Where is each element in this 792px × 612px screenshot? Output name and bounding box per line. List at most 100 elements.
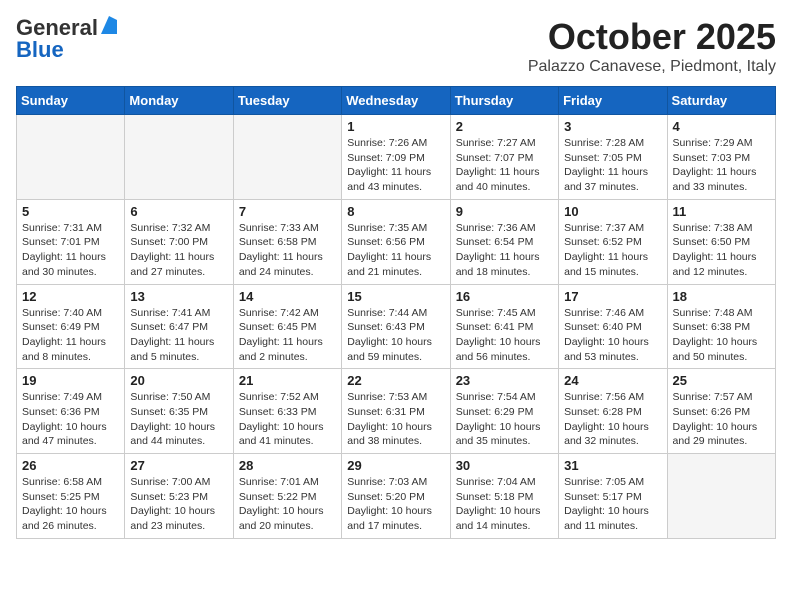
day-number: 10 <box>564 204 661 219</box>
calendar-cell: 12Sunrise: 7:40 AM Sunset: 6:49 PM Dayli… <box>17 284 125 369</box>
calendar-cell: 23Sunrise: 7:54 AM Sunset: 6:29 PM Dayli… <box>450 369 558 454</box>
day-number: 14 <box>239 289 336 304</box>
calendar-cell: 10 Sunrise: 7:37 AM Sunset: 6:52 PM Dayli… <box>559 199 667 284</box>
day-info: Sunrise: 7:49 AM Sunset: 6:36 PM Dayligh… <box>22 390 119 449</box>
calendar-cell: 11Sunrise: 7:38 AM Sunset: 6:50 PM Dayli… <box>667 199 775 284</box>
logo-icon <box>101 16 117 34</box>
calendar-cell: 16Sunrise: 7:45 AM Sunset: 6:41 PM Dayli… <box>450 284 558 369</box>
calendar-cell: 28 Sunrise: 7:01 AM Sunset: 5:22 PM Dayli… <box>233 454 341 539</box>
calendar-cell: 17 Sunrise: 7:46 AM Sunset: 6:40 PM Dayli… <box>559 284 667 369</box>
day-number: 8 <box>347 204 444 219</box>
day-number: 19 <box>22 373 119 388</box>
calendar-cell: 20Sunrise: 7:50 AM Sunset: 6:35 PM Dayli… <box>125 369 233 454</box>
title-block: October 2025 Palazzo Canavese, Piedmont,… <box>528 16 776 76</box>
logo-blue: Blue <box>16 39 64 61</box>
day-info: Sunrise: 7:33 AM Sunset: 6:58 PM Dayligh… <box>239 221 336 280</box>
day-number: 22 <box>347 373 444 388</box>
calendar-cell: 6 Sunrise: 7:32 AM Sunset: 7:00 PM Daylig… <box>125 199 233 284</box>
day-number: 29 <box>347 458 444 473</box>
day-info: Sunrise: 7:00 AM Sunset: 5:23 PM Dayligh… <box>130 475 227 534</box>
day-number: 28 <box>239 458 336 473</box>
day-info: Sunrise: 7:26 AM Sunset: 7:09 PM Dayligh… <box>347 136 444 195</box>
calendar-header-friday: Friday <box>559 87 667 115</box>
day-info: Sunrise: 7:53 AM Sunset: 6:31 PM Dayligh… <box>347 390 444 449</box>
day-info: Sunrise: 7:57 AM Sunset: 6:26 PM Dayligh… <box>673 390 770 449</box>
day-number: 30 <box>456 458 553 473</box>
calendar-header-sunday: Sunday <box>17 87 125 115</box>
day-info: Sunrise: 7:50 AM Sunset: 6:35 PM Dayligh… <box>130 390 227 449</box>
day-number: 31 <box>564 458 661 473</box>
calendar-cell: 30 Sunrise: 7:04 AM Sunset: 5:18 PM Dayli… <box>450 454 558 539</box>
calendar-cell: 9 Sunrise: 7:36 AM Sunset: 6:54 PM Daylig… <box>450 199 558 284</box>
calendar-cell: 15 Sunrise: 7:44 AM Sunset: 6:43 PM Dayli… <box>342 284 450 369</box>
day-info: Sunrise: 7:41 AM Sunset: 6:47 PM Dayligh… <box>130 306 227 365</box>
day-number: 2 <box>456 119 553 134</box>
day-number: 11 <box>673 204 770 219</box>
calendar-cell: 19 Sunrise: 7:49 AM Sunset: 6:36 PM Dayli… <box>17 369 125 454</box>
day-info: Sunrise: 7:44 AM Sunset: 6:43 PM Dayligh… <box>347 306 444 365</box>
calendar-cell <box>17 115 125 200</box>
calendar-cell: 3 Sunrise: 7:28 AM Sunset: 7:05 PM Daylig… <box>559 115 667 200</box>
calendar-cell: 21 Sunrise: 7:52 AM Sunset: 6:33 PM Dayli… <box>233 369 341 454</box>
day-info: Sunrise: 7:27 AM Sunset: 7:07 PM Dayligh… <box>456 136 553 195</box>
day-info: Sunrise: 7:01 AM Sunset: 5:22 PM Dayligh… <box>239 475 336 534</box>
calendar-cell: 22 Sunrise: 7:53 AM Sunset: 6:31 PM Dayli… <box>342 369 450 454</box>
calendar-cell: 31Sunrise: 7:05 AM Sunset: 5:17 PM Dayli… <box>559 454 667 539</box>
day-number: 23 <box>456 373 553 388</box>
day-info: Sunrise: 6:58 AM Sunset: 5:25 PM Dayligh… <box>22 475 119 534</box>
calendar-header-wednesday: Wednesday <box>342 87 450 115</box>
day-info: Sunrise: 7:48 AM Sunset: 6:38 PM Dayligh… <box>673 306 770 365</box>
day-info: Sunrise: 7:04 AM Sunset: 5:18 PM Dayligh… <box>456 475 553 534</box>
calendar-cell: 25 Sunrise: 7:57 AM Sunset: 6:26 PM Dayli… <box>667 369 775 454</box>
day-info: Sunrise: 7:32 AM Sunset: 7:00 PM Dayligh… <box>130 221 227 280</box>
calendar-week-row: 5Sunrise: 7:31 AM Sunset: 7:01 PM Daylig… <box>17 199 776 284</box>
day-number: 26 <box>22 458 119 473</box>
calendar-cell <box>125 115 233 200</box>
day-number: 9 <box>456 204 553 219</box>
day-number: 21 <box>239 373 336 388</box>
calendar-cell: 2 Sunrise: 7:27 AM Sunset: 7:07 PM Daylig… <box>450 115 558 200</box>
calendar-cell: 13 Sunrise: 7:41 AM Sunset: 6:47 PM Dayli… <box>125 284 233 369</box>
month-title: October 2025 <box>528 16 776 58</box>
calendar-cell: 8Sunrise: 7:35 AM Sunset: 6:56 PM Daylig… <box>342 199 450 284</box>
calendar-week-row: 12Sunrise: 7:40 AM Sunset: 6:49 PM Dayli… <box>17 284 776 369</box>
day-info: Sunrise: 7:56 AM Sunset: 6:28 PM Dayligh… <box>564 390 661 449</box>
location-title: Palazzo Canavese, Piedmont, Italy <box>528 58 776 76</box>
day-number: 3 <box>564 119 661 134</box>
day-number: 13 <box>130 289 227 304</box>
day-number: 6 <box>130 204 227 219</box>
day-info: Sunrise: 7:29 AM Sunset: 7:03 PM Dayligh… <box>673 136 770 195</box>
calendar-cell: 18 Sunrise: 7:48 AM Sunset: 6:38 PM Dayli… <box>667 284 775 369</box>
day-info: Sunrise: 7:52 AM Sunset: 6:33 PM Dayligh… <box>239 390 336 449</box>
day-number: 27 <box>130 458 227 473</box>
day-number: 17 <box>564 289 661 304</box>
day-info: Sunrise: 7:37 AM Sunset: 6:52 PM Dayligh… <box>564 221 661 280</box>
calendar-week-row: 26 Sunrise: 6:58 AM Sunset: 5:25 PM Dayli… <box>17 454 776 539</box>
calendar-header-row: SundayMondayTuesdayWednesdayThursdayFrid… <box>17 87 776 115</box>
day-number: 5 <box>22 204 119 219</box>
day-info: Sunrise: 7:45 AM Sunset: 6:41 PM Dayligh… <box>456 306 553 365</box>
calendar-cell <box>233 115 341 200</box>
calendar-header-saturday: Saturday <box>667 87 775 115</box>
day-info: Sunrise: 7:36 AM Sunset: 6:54 PM Dayligh… <box>456 221 553 280</box>
day-info: Sunrise: 7:03 AM Sunset: 5:20 PM Dayligh… <box>347 475 444 534</box>
calendar-cell: 7 Sunrise: 7:33 AM Sunset: 6:58 PM Daylig… <box>233 199 341 284</box>
day-info: Sunrise: 7:46 AM Sunset: 6:40 PM Dayligh… <box>564 306 661 365</box>
day-info: Sunrise: 7:28 AM Sunset: 7:05 PM Dayligh… <box>564 136 661 195</box>
calendar-week-row: 19 Sunrise: 7:49 AM Sunset: 6:36 PM Dayli… <box>17 369 776 454</box>
day-number: 12 <box>22 289 119 304</box>
calendar-cell: 26 Sunrise: 6:58 AM Sunset: 5:25 PM Dayli… <box>17 454 125 539</box>
calendar-header-thursday: Thursday <box>450 87 558 115</box>
calendar-cell: 5Sunrise: 7:31 AM Sunset: 7:01 PM Daylig… <box>17 199 125 284</box>
calendar-header-tuesday: Tuesday <box>233 87 341 115</box>
day-number: 15 <box>347 289 444 304</box>
day-number: 7 <box>239 204 336 219</box>
day-number: 4 <box>673 119 770 134</box>
calendar-cell: 14Sunrise: 7:42 AM Sunset: 6:45 PM Dayli… <box>233 284 341 369</box>
calendar-cell: 1Sunrise: 7:26 AM Sunset: 7:09 PM Daylig… <box>342 115 450 200</box>
day-number: 25 <box>673 373 770 388</box>
calendar-cell: 27 Sunrise: 7:00 AM Sunset: 5:23 PM Dayli… <box>125 454 233 539</box>
calendar-cell: 24Sunrise: 7:56 AM Sunset: 6:28 PM Dayli… <box>559 369 667 454</box>
day-number: 18 <box>673 289 770 304</box>
calendar-table: SundayMondayTuesdayWednesdayThursdayFrid… <box>16 86 776 539</box>
